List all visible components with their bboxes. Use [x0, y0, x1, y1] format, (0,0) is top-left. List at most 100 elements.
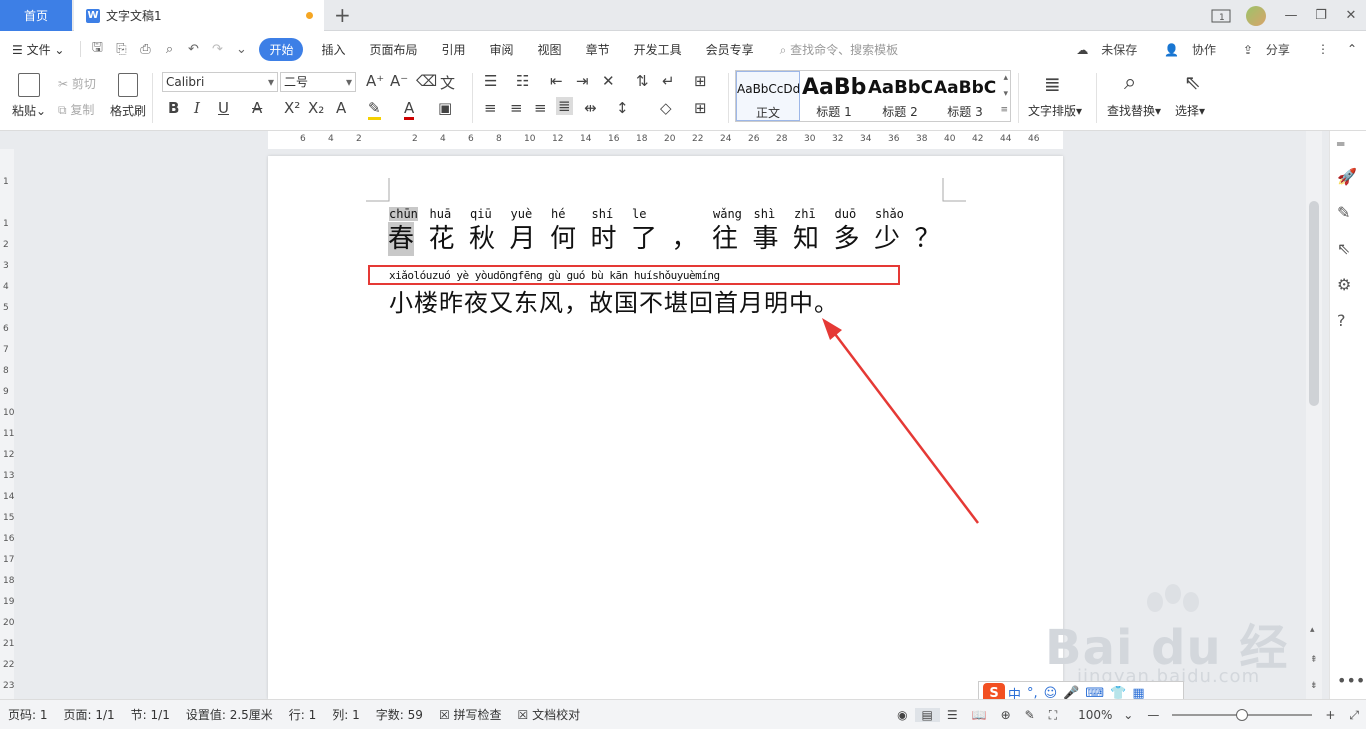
write-view-icon[interactable]: ✎: [1018, 708, 1042, 722]
text-layout-icon[interactable]: ≣: [1044, 72, 1061, 96]
align-left-icon[interactable]: ≡: [484, 99, 497, 117]
page-view-icon[interactable]: ▤: [914, 708, 940, 722]
paste-button[interactable]: 粘贴⌄: [12, 102, 46, 119]
style-heading-2[interactable]: AaBbC 标题 2: [868, 71, 932, 121]
collab-button[interactable]: 👤 协作: [1155, 41, 1234, 58]
text-char[interactable]: 知: [793, 222, 819, 256]
redo-icon[interactable]: ↷: [205, 42, 229, 57]
tab-insert[interactable]: 插入: [309, 41, 357, 58]
font-name-select[interactable]: Calibri ▾: [162, 72, 278, 92]
align-right-icon[interactable]: ≡: [534, 99, 547, 117]
page-indicator-icon[interactable]: 1: [1206, 9, 1236, 23]
tab-document[interactable]: W 文字文稿1: [74, 0, 324, 31]
style-heading-3[interactable]: AaBbC 标题 3: [934, 71, 996, 121]
text-char[interactable]: 春: [388, 222, 415, 256]
more-tools-icon[interactable]: •••: [1337, 671, 1365, 690]
shading-icon[interactable]: ◇: [660, 99, 672, 117]
text-char[interactable]: 花: [429, 222, 455, 256]
decrease-indent-icon[interactable]: ⇤: [550, 72, 563, 90]
increase-indent-icon[interactable]: ⇥: [576, 72, 589, 90]
text-char[interactable]: 少: [874, 222, 900, 256]
file-menu[interactable]: ☰ 文件 ⌄: [0, 41, 76, 58]
text-char[interactable]: 多: [834, 222, 860, 256]
unsaved-button[interactable]: ☁ 未保存: [1067, 41, 1155, 58]
zoom-out-icon[interactable]: —: [1140, 708, 1166, 722]
table-lines-icon[interactable]: ⊞: [694, 72, 707, 90]
scrollbar-thumb[interactable]: [1309, 201, 1319, 406]
style-heading-1[interactable]: AaBb 标题 1: [802, 71, 866, 121]
user-avatar[interactable]: [1246, 5, 1266, 26]
tab-developer[interactable]: 开发工具: [622, 41, 694, 58]
style-scroll-up-icon[interactable]: ▴: [1003, 73, 1008, 83]
superscript-icon[interactable]: X²: [284, 99, 300, 117]
line-spacing-icon[interactable]: ↕: [616, 99, 629, 117]
tab-home[interactable]: 首页: [0, 0, 72, 31]
status-page-number[interactable]: 页码: 1: [0, 706, 56, 723]
align-center-icon[interactable]: ≡: [510, 99, 523, 117]
tab-page-layout[interactable]: 页面布局: [358, 41, 430, 58]
copy-button[interactable]: ⧉ 复制: [58, 101, 94, 118]
justify-icon[interactable]: ≣: [556, 97, 573, 115]
chinese-layout-icon[interactable]: ✕: [602, 72, 615, 90]
find-replace-icon[interactable]: ⌕: [1124, 70, 1136, 95]
status-setting[interactable]: 设置值: 2.5厘米: [178, 706, 281, 723]
text-char[interactable]: 秋: [469, 222, 495, 256]
format-painter-button[interactable]: 格式刷: [110, 102, 146, 119]
print-icon[interactable]: ⎙: [133, 42, 157, 57]
vertical-ruler[interactable]: 1 1 2 3 4 5 6 7 8 9 10 11 12 13 14 15 16 17 18 19 20 21 22 23: [0, 149, 14, 699]
bold-icon[interactable]: B: [168, 99, 179, 117]
status-pages[interactable]: 页面: 1/1: [56, 706, 123, 723]
web-view-icon[interactable]: ⊕: [994, 708, 1018, 722]
text-char[interactable]: ？: [915, 222, 941, 256]
close-icon[interactable]: ✕: [1336, 8, 1366, 23]
status-word-count[interactable]: 字数: 59: [368, 706, 431, 723]
zoom-level[interactable]: 100% ⌄: [1064, 708, 1140, 722]
pointer-icon[interactable]: ⇖: [1337, 239, 1350, 258]
show-marks-icon[interactable]: ↵: [662, 72, 675, 90]
outline-view-icon[interactable]: ☰: [940, 708, 965, 722]
text-char[interactable]: 了: [631, 222, 657, 256]
grow-font-icon[interactable]: A⁺: [366, 72, 384, 90]
tab-view[interactable]: 视图: [526, 41, 574, 58]
paste-icon[interactable]: [18, 73, 40, 97]
text-layout-button[interactable]: 文字排版▾: [1028, 102, 1082, 119]
text-line-2[interactable]: 小楼昨夜又东风，故国不堪回首月明中。: [389, 283, 839, 318]
text-char[interactable]: 月: [510, 222, 536, 256]
tab-references[interactable]: 引用: [430, 41, 478, 58]
zoom-in-icon[interactable]: +: [1318, 708, 1342, 722]
reading-view-icon[interactable]: 📖: [965, 708, 994, 722]
select-button[interactable]: 选择▾: [1175, 102, 1205, 119]
rocket-icon[interactable]: 🚀: [1337, 167, 1357, 186]
help-icon[interactable]: ?: [1337, 311, 1346, 330]
shrink-font-icon[interactable]: A⁻: [390, 72, 408, 90]
more-icon[interactable]: ⋮: [1308, 42, 1338, 56]
font-color-icon[interactable]: A: [404, 99, 415, 120]
minimize-icon[interactable]: —: [1276, 8, 1306, 23]
new-tab-button[interactable]: +: [334, 3, 351, 27]
print-preview-icon[interactable]: ⌕: [157, 42, 181, 57]
text-char[interactable]: 何: [550, 222, 576, 256]
cut-button[interactable]: ✂ 剪切: [58, 75, 96, 92]
save-icon[interactable]: 🖫: [85, 38, 109, 60]
horizontal-ruler[interactable]: 6 4 2 2 4 6 8 10 12 14 16 18 20 22 24 26 28 30 32 34 36 38 40 4…: [268, 131, 1063, 149]
numbered-list-icon[interactable]: ☷: [516, 72, 529, 90]
sort-icon[interactable]: ⇅: [636, 72, 649, 90]
phonetic-guide-icon[interactable]: 文: [440, 72, 455, 93]
subscript-icon[interactable]: X₂: [308, 99, 324, 117]
highlight-icon[interactable]: ✎: [368, 99, 381, 120]
bullet-list-icon[interactable]: ☰: [484, 72, 497, 90]
status-row[interactable]: 行: 1: [281, 706, 325, 723]
style-more-icon[interactable]: ≡: [1000, 105, 1008, 115]
zoom-slider-knob[interactable]: [1236, 709, 1249, 721]
pane-collapse-icon[interactable]: ═: [1337, 137, 1344, 151]
style-scroll-down-icon[interactable]: ▾: [1003, 89, 1008, 99]
strikethrough-icon[interactable]: A: [252, 99, 262, 117]
text-char[interactable]: ，: [672, 222, 698, 256]
select-cursor-icon[interactable]: ⇖: [1184, 70, 1201, 94]
format-painter-icon[interactable]: [118, 73, 138, 97]
eye-protect-icon[interactable]: ◉: [890, 708, 914, 722]
borders-icon[interactable]: ⊞: [694, 99, 707, 117]
fit-page-icon[interactable]: ⛶: [1042, 708, 1064, 723]
underline-icon[interactable]: U: [218, 99, 229, 117]
settings-sliders-icon[interactable]: ⚙: [1337, 275, 1351, 294]
